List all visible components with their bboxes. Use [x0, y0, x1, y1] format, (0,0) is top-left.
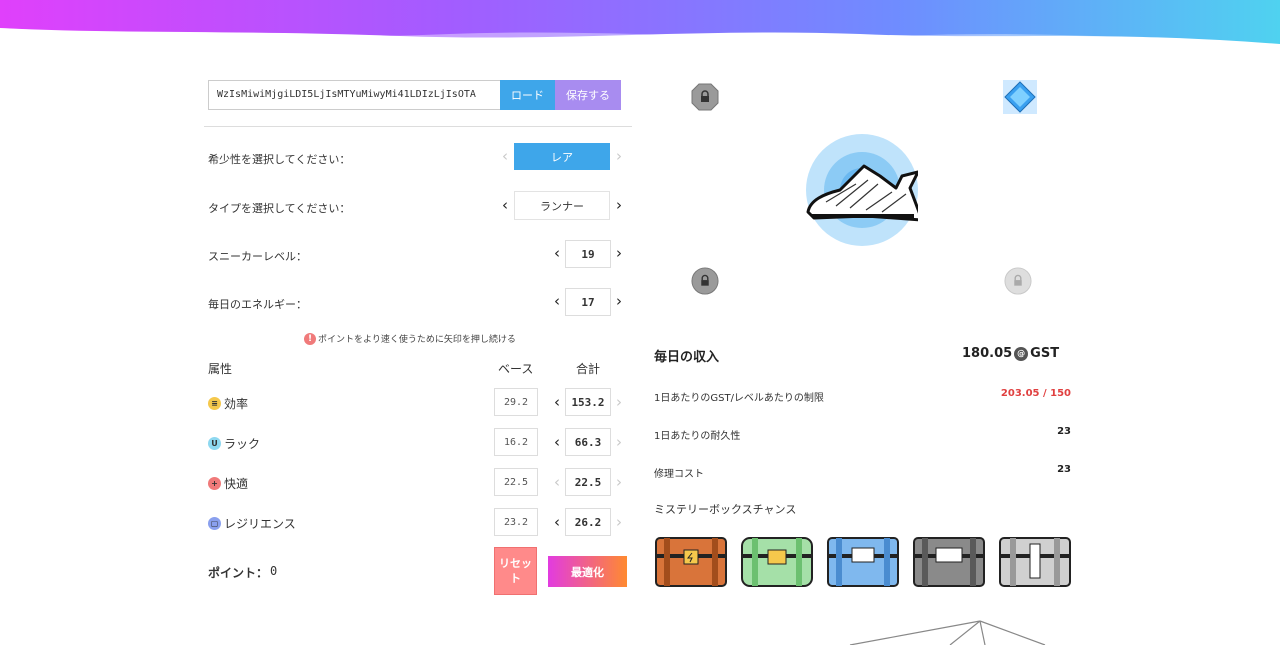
level-prev-button[interactable]: ‹ [550, 243, 564, 263]
efficiency-icon: ≡ [208, 397, 221, 410]
comfort-next-button[interactable]: › [612, 472, 626, 492]
rarity-next-button[interactable]: › [612, 146, 626, 166]
repair-cost-value: 23 [1057, 464, 1071, 475]
attr-efficiency: ≡ 効率 [208, 395, 248, 412]
base-value: 16.2 [494, 428, 538, 456]
daily-earnings-title: 毎日の収入 [654, 350, 720, 365]
socket-gem-icon[interactable] [1003, 80, 1037, 114]
socket-lock-icon[interactable] [691, 83, 719, 111]
mystery-box-3-icon [826, 534, 900, 588]
base-header: ベース [498, 362, 534, 376]
base-value: 29.2 [494, 388, 538, 416]
warning-icon: ! [304, 332, 316, 345]
mystery-box-5-icon [998, 534, 1072, 588]
socket-lock-icon[interactable] [1004, 267, 1032, 295]
attr-name: レジリエンス [224, 517, 296, 531]
hint-text: ポイントをより速く使うために矢印を押し続ける [318, 335, 516, 345]
total-value: 153.2 [565, 388, 611, 416]
code-input[interactable]: WzIsMiwiMjgiLDI5LjIsMTYuMiwyMi41LDIzLjIs… [208, 80, 500, 110]
resilience-next-button[interactable]: › [612, 512, 626, 532]
durability-label: 1日あたりの耐久性 [654, 431, 741, 442]
save-button[interactable]: 保存する [555, 80, 621, 110]
optimize-button[interactable]: 最適化 [548, 556, 627, 587]
type-label: タイプを選択してください： [208, 202, 351, 215]
total-value: 66.3 [565, 428, 611, 456]
mystery-box-label: ミステリーボックスチャンス [654, 503, 797, 516]
efficiency-prev-button[interactable]: ‹ [550, 392, 564, 412]
resilience-icon: ▢ [208, 517, 221, 530]
attr-luck: U ラック [208, 435, 260, 452]
attr-comfort: + 快適 [208, 475, 248, 492]
resilience-prev-button[interactable]: ‹ [550, 512, 564, 532]
attr-resilience: ▢ レジリエンス [208, 515, 296, 532]
gst-coin-icon: @ [1014, 346, 1029, 361]
gst-limit-value: 203.05 / 150 [1000, 388, 1071, 399]
type-next-button[interactable]: › [612, 195, 626, 215]
rarity-select[interactable]: レア [514, 143, 610, 170]
tree-lines [849, 620, 1046, 645]
header-wave [0, 0, 1280, 50]
comfort-icon: + [208, 477, 221, 490]
base-value: 23.2 [494, 508, 538, 536]
type-select[interactable]: ランナー [514, 191, 610, 220]
type-prev-button[interactable]: ‹ [498, 195, 512, 215]
rarity-prev-button[interactable]: ‹ [498, 146, 512, 166]
attr-name: 効率 [224, 397, 249, 411]
luck-next-button[interactable]: › [612, 432, 626, 452]
energy-next-button[interactable]: › [612, 291, 626, 311]
rarity-label: 希少性を選択してください： [208, 153, 351, 166]
sneaker-icon [806, 134, 924, 246]
repair-cost-label: 修理コスト [654, 469, 704, 480]
earnings-unit: GST [1030, 346, 1060, 361]
base-value: 22.5 [494, 468, 538, 496]
mystery-box-4-icon [912, 534, 986, 588]
hint-note: ! ポイントをより速く使うために矢印を押し続ける [304, 332, 516, 345]
daily-earnings-value: 180.05 @ GST [962, 346, 1059, 361]
attr-name: 快適 [224, 477, 249, 491]
reset-button[interactable]: リセット [494, 547, 537, 595]
points-label: ポイント： [208, 566, 269, 580]
durability-value: 23 [1057, 426, 1071, 437]
level-next-button[interactable]: › [612, 243, 626, 263]
divider [204, 126, 632, 127]
gst-limit-label: 1日あたりのGST/レベルあたりの制限 [654, 393, 824, 404]
load-button[interactable]: ロード [500, 80, 555, 110]
energy-input[interactable]: 17 [565, 288, 611, 316]
earnings-amount: 180.05 [962, 346, 1013, 361]
energy-prev-button[interactable]: ‹ [550, 291, 564, 311]
total-value: 22.5 [565, 468, 611, 496]
mystery-box-1-icon [654, 534, 728, 588]
total-header: 合計 [576, 362, 601, 376]
luck-icon: U [208, 437, 221, 450]
points-row: ポイント： 0 [208, 564, 277, 581]
level-input[interactable]: 19 [565, 240, 611, 268]
efficiency-next-button[interactable]: › [612, 392, 626, 412]
comfort-prev-button[interactable]: ‹ [550, 472, 564, 492]
luck-prev-button[interactable]: ‹ [550, 432, 564, 452]
points-value: 0 [270, 564, 278, 578]
energy-label: 毎日のエネルギー： [208, 298, 307, 311]
attr-header: 属性 [208, 362, 233, 376]
socket-lock-icon[interactable] [691, 267, 719, 295]
total-value: 26.2 [565, 508, 611, 536]
mystery-box-2-icon [740, 534, 814, 588]
level-label: スニーカーレベル： [208, 250, 307, 263]
attr-name: ラック [224, 437, 261, 451]
